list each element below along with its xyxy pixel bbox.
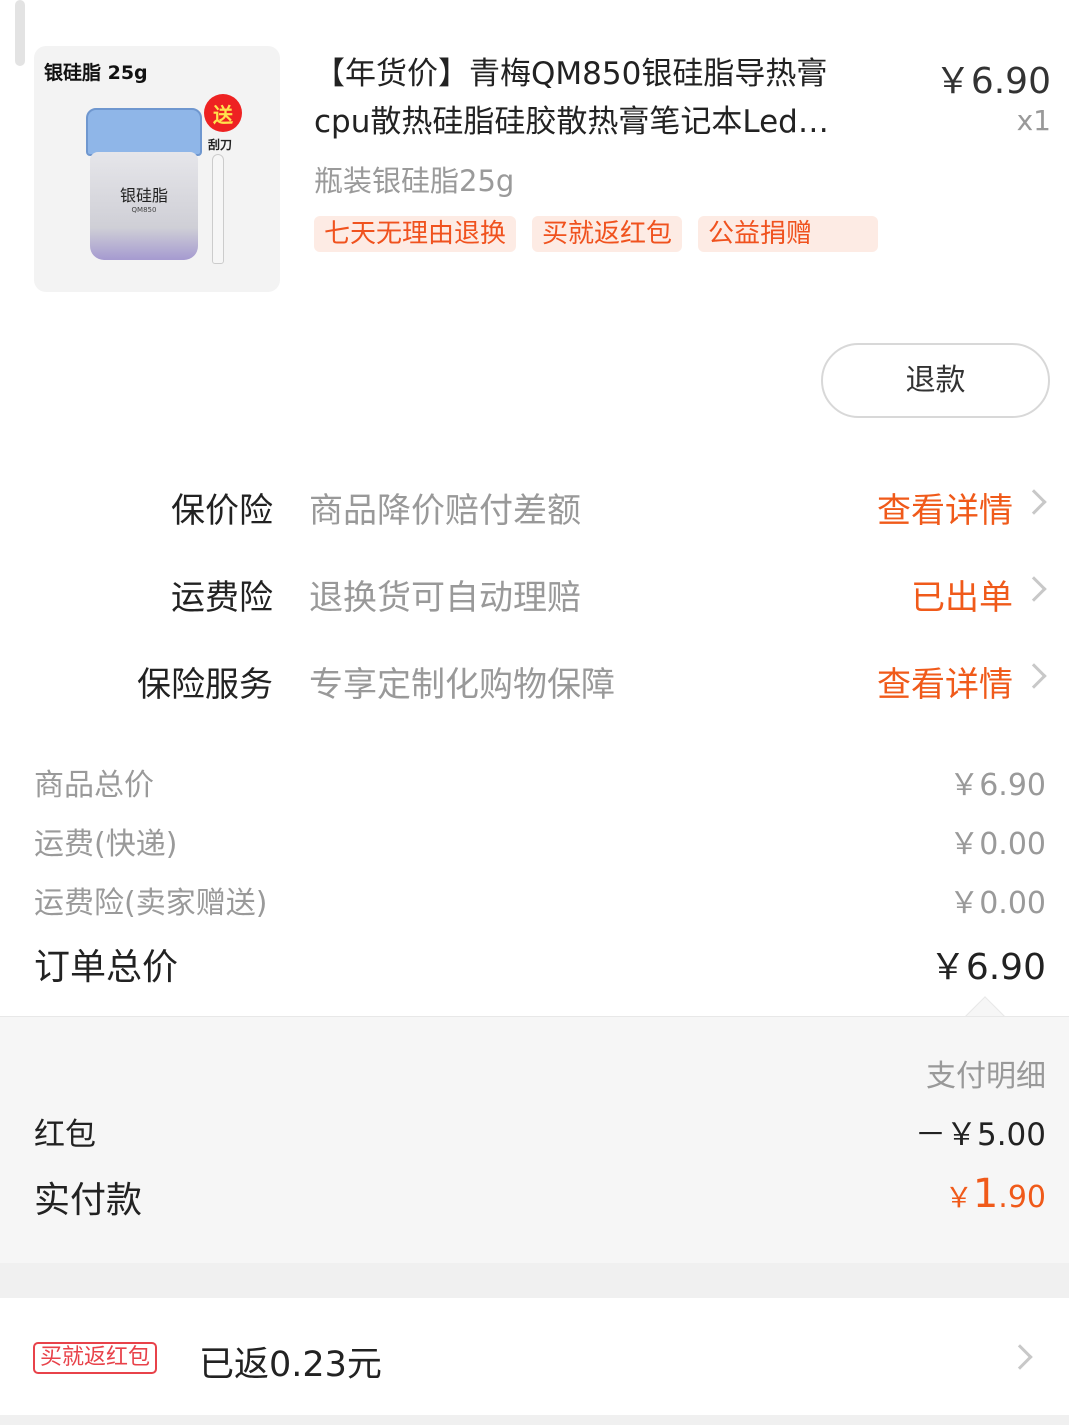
jar-lid [86, 108, 202, 156]
paid-decimal: .90 [998, 1180, 1046, 1215]
shipping-value: ￥0.00 [949, 827, 1046, 862]
chevron-right-icon [1007, 1344, 1033, 1370]
cashback-text: 已返0.23元 [199, 1345, 382, 1385]
insurance-row-price-protection[interactable]: 保价险 商品降价赔付差额 查看详情 [0, 483, 1069, 543]
refund-button[interactable]: 退款 [821, 343, 1050, 418]
insurance-action[interactable]: 已出单 [911, 570, 1013, 619]
insurance-row-shipping[interactable]: 运费险 退换货可自动理赔 已出单 [0, 570, 1069, 630]
jar-model: QM850 [131, 206, 157, 214]
shipping-label: 运费(快递) [34, 827, 178, 862]
jar-body: 银硅脂 QM850 [90, 152, 198, 260]
insurance-label: 运费险 [171, 578, 273, 618]
insurance-action[interactable]: 查看详情 [877, 657, 1013, 706]
product-card[interactable]: 银硅脂 25g 银硅脂 QM850 送 刮刀 【年货价】青梅QM850银硅脂导热… [0, 0, 1069, 320]
insurance-desc: 专享定制化购物保障 [309, 665, 615, 705]
order-total-label: 订单总价 [34, 947, 179, 988]
insurance-label: 保险服务 [137, 665, 273, 705]
redpacket-label: 红包 [34, 1117, 96, 1153]
items-total-label: 商品总价 [34, 768, 154, 803]
chevron-right-icon [1021, 576, 1047, 602]
insurance-label: 保价险 [171, 491, 273, 531]
product-spec: 瓶装银硅脂25g [314, 164, 515, 198]
shipping-insurance-value: ￥0.00 [949, 886, 1046, 921]
gift-badge: 送 [204, 94, 242, 132]
gift-badge-sub: 刮刀 [208, 138, 233, 152]
image-title: 银硅脂 25g [44, 62, 148, 84]
jar-label: 银硅脂 [119, 186, 168, 205]
product-image[interactable]: 银硅脂 25g 银硅脂 QM850 送 刮刀 [34, 46, 280, 292]
tag-redpacket: 买就返红包 [532, 216, 683, 252]
cashback-tag: 买就返红包 [33, 1342, 158, 1374]
cashback-row[interactable]: 买就返红包 已返0.23元 [0, 1298, 1069, 1415]
product-title-line2: cpu散热硅脂硅胶散热膏笔记本Led… [314, 104, 829, 140]
bottom-divider [0, 1415, 1069, 1425]
tag-seven-day-return: 七天无理由退换 [314, 216, 517, 252]
insurance-row-service[interactable]: 保险服务 专享定制化购物保障 查看详情 [0, 657, 1069, 717]
service-tags: 七天无理由退换 买就返红包 公益捐赠 [314, 216, 879, 252]
payment-detail-header[interactable]: 支付明细 [926, 1051, 1046, 1095]
insurance-desc: 退换货可自动理赔 [309, 578, 581, 618]
insurance-action[interactable]: 查看详情 [877, 483, 1013, 532]
product-title[interactable]: 【年货价】青梅QM850银硅脂导热膏 cpu散热硅脂硅胶散热膏笔记本Led… [314, 50, 906, 146]
items-total-value: ￥6.90 [949, 768, 1046, 803]
payment-detail-panel: 支付明细 红包 －￥5.00 实付款 ￥1.90 [0, 1016, 1069, 1263]
redpacket-value: －￥5.00 [914, 1117, 1046, 1153]
paid-currency: ￥ [944, 1181, 973, 1214]
insurance-desc: 商品降价赔付差额 [309, 491, 581, 531]
tag-charity: 公益捐赠 [698, 216, 879, 252]
shipping-insurance-label: 运费险(卖家赠送) [34, 886, 268, 921]
product-price: ￥6.90 [934, 61, 1051, 102]
paid-label: 实付款 [34, 1180, 143, 1221]
order-total-value: ￥6.90 [929, 947, 1046, 988]
paid-integer: 1 [972, 1171, 999, 1217]
product-title-line1: 【年货价】青梅QM850银硅脂导热膏 [314, 56, 828, 92]
section-divider [0, 1263, 1069, 1298]
chevron-right-icon [1021, 663, 1047, 689]
spatula-icon [212, 154, 224, 264]
product-quantity: x1 [1016, 104, 1051, 137]
paid-value: ￥1.90 [945, 1171, 1046, 1217]
chevron-right-icon [1021, 489, 1047, 515]
